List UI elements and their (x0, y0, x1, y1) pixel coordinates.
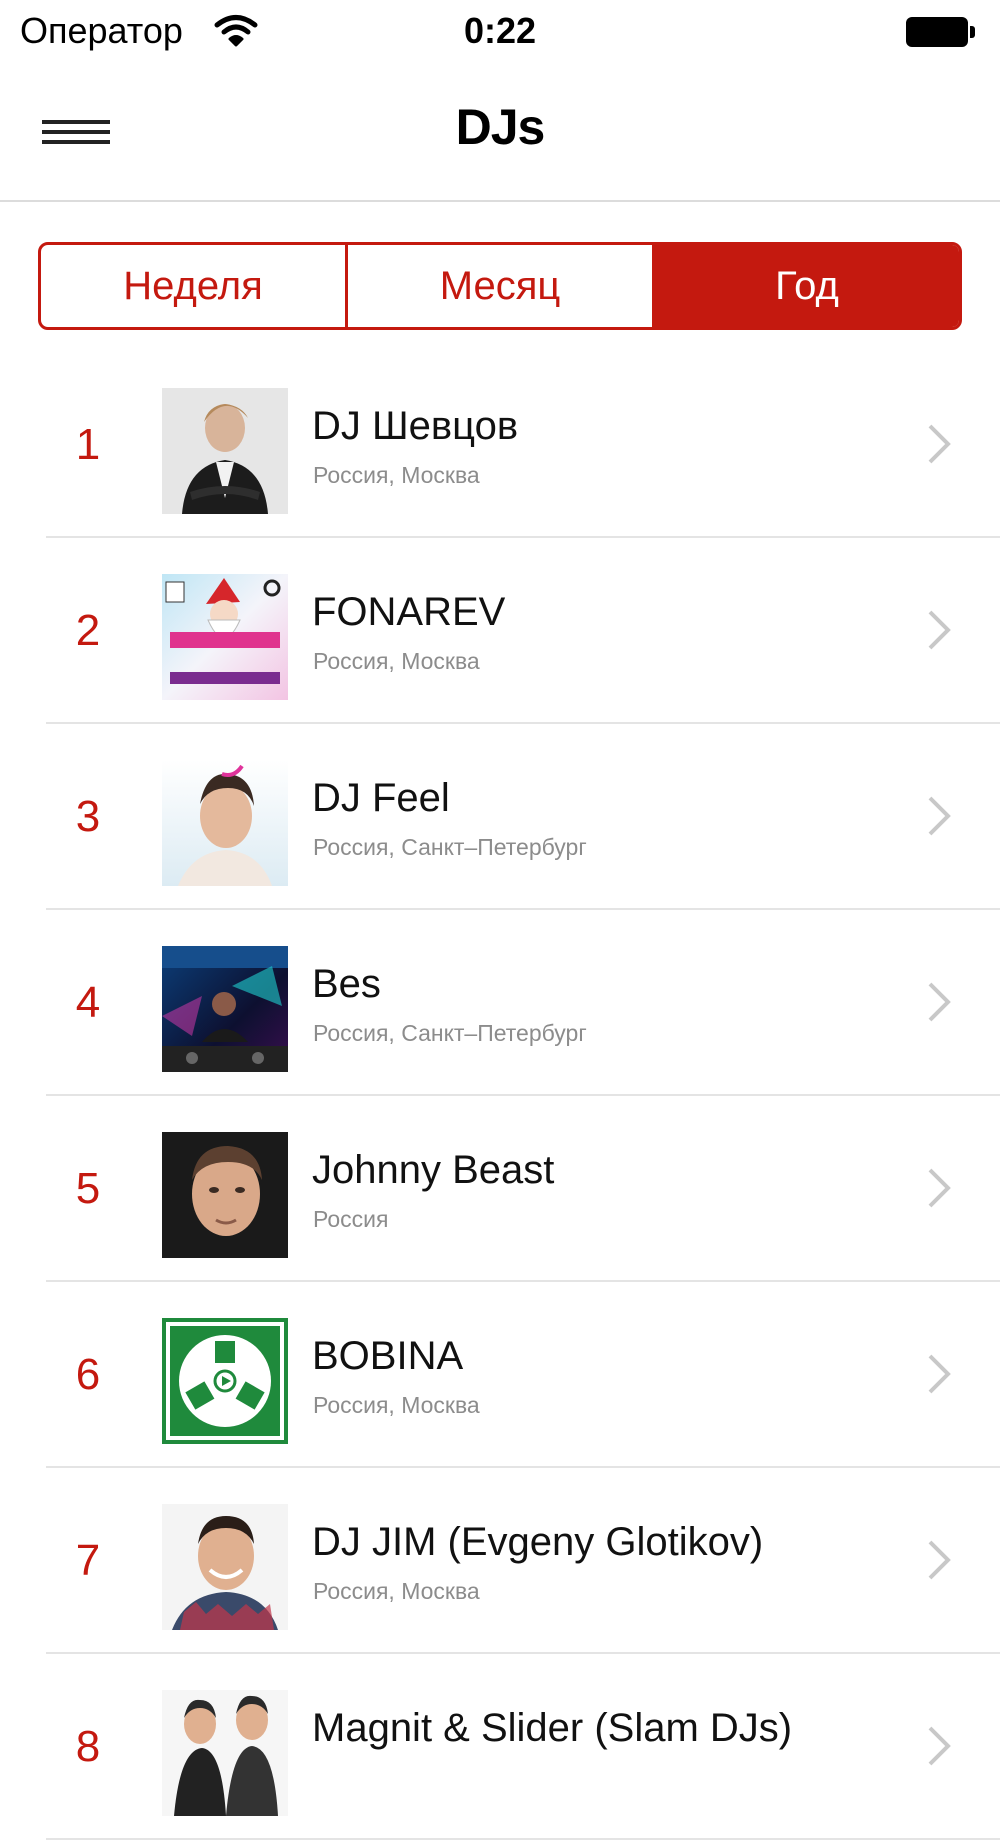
dj-row-7[interactable]: 7 DJ JIM (Evgeny Glotikov) Россия, Москв… (0, 1468, 1000, 1654)
dj-location: Россия (313, 1206, 389, 1232)
dj-row-3[interactable]: 3 DJ Feel Россия, Санкт–Петербург (0, 724, 1000, 910)
dj-location: Россия, Санкт–Петербург (313, 834, 587, 860)
navigation-bar: DJs (0, 68, 1000, 202)
status-bar: Оператор 0:22 (0, 0, 1000, 68)
status-time: 0:22 (463, 10, 537, 51)
dj-location: Россия, Москва (313, 1392, 480, 1418)
dj-photo (162, 760, 288, 886)
dj-name: DJ Feel (312, 776, 450, 820)
rank-number: 8 (75, 1722, 101, 1771)
page-title: DJs (455, 99, 546, 155)
dj-photo (162, 946, 288, 1072)
dj-name: BOBINA (312, 1334, 464, 1378)
rank-number: 2 (75, 606, 101, 655)
rank-number: 4 (75, 978, 101, 1027)
chevron-right-icon (928, 982, 951, 1022)
battery-icon (906, 17, 976, 49)
dj-row-1[interactable]: 1 DJ Шевцов Россия, Москва (0, 352, 1000, 538)
dj-name: Bes (312, 962, 381, 1006)
rank-number: 1 (75, 420, 101, 469)
dj-name: DJ JIM (Evgeny Glotikov) (312, 1520, 764, 1564)
dj-location: Россия, Москва (313, 1578, 480, 1604)
dj-photo (162, 1132, 288, 1258)
chevron-right-icon (928, 610, 951, 650)
period-segmented-control: Неделя Месяц Год (38, 242, 962, 330)
dj-photo (162, 388, 288, 514)
dj-photo (162, 1504, 288, 1630)
segment-month[interactable]: Месяц (345, 245, 652, 327)
segment-year[interactable]: Год (652, 245, 959, 327)
chevron-right-icon (928, 424, 951, 464)
rank-number: 5 (75, 1164, 101, 1213)
dj-photo (162, 1690, 288, 1816)
chevron-right-icon (928, 1354, 951, 1394)
dj-logo (162, 1318, 288, 1444)
dj-name: Magnit & Slider (Slam DJs) (312, 1706, 793, 1750)
dj-location: Россия, Санкт–Петербург (313, 1020, 587, 1046)
rank-number: 7 (75, 1536, 101, 1585)
chevron-right-icon (928, 796, 951, 836)
dj-name: DJ Шевцов (312, 404, 519, 448)
dj-name: Johnny Beast (312, 1148, 555, 1192)
dj-name: FONAREV (312, 590, 506, 634)
chevron-right-icon (928, 1540, 951, 1580)
dj-row-5[interactable]: 5 Johnny Beast Россия (0, 1096, 1000, 1282)
chevron-right-icon (928, 1726, 951, 1766)
rank-number: 3 (75, 792, 101, 841)
segment-week[interactable]: Неделя (41, 245, 345, 327)
dj-location: Россия, Москва (313, 462, 480, 488)
dj-row-8[interactable]: 8 Magnit & Slider (Slam DJs) (0, 1654, 1000, 1840)
chevron-right-icon (928, 1168, 951, 1208)
dj-row-2[interactable]: 2 FONAREV Россия, Москва (0, 538, 1000, 724)
dj-row-4[interactable]: 4 Bes Россия, Санкт–Петербург (0, 910, 1000, 1096)
dj-row-6[interactable]: 6 BOBINA Россия, Москва (0, 1282, 1000, 1468)
dj-photo (162, 574, 288, 700)
dj-list: 1 DJ Шевцов Россия, Москва 2 FONAREV Рос… (0, 352, 1000, 1840)
dj-location: Россия, Москва (313, 648, 480, 674)
rank-number: 6 (75, 1350, 101, 1399)
